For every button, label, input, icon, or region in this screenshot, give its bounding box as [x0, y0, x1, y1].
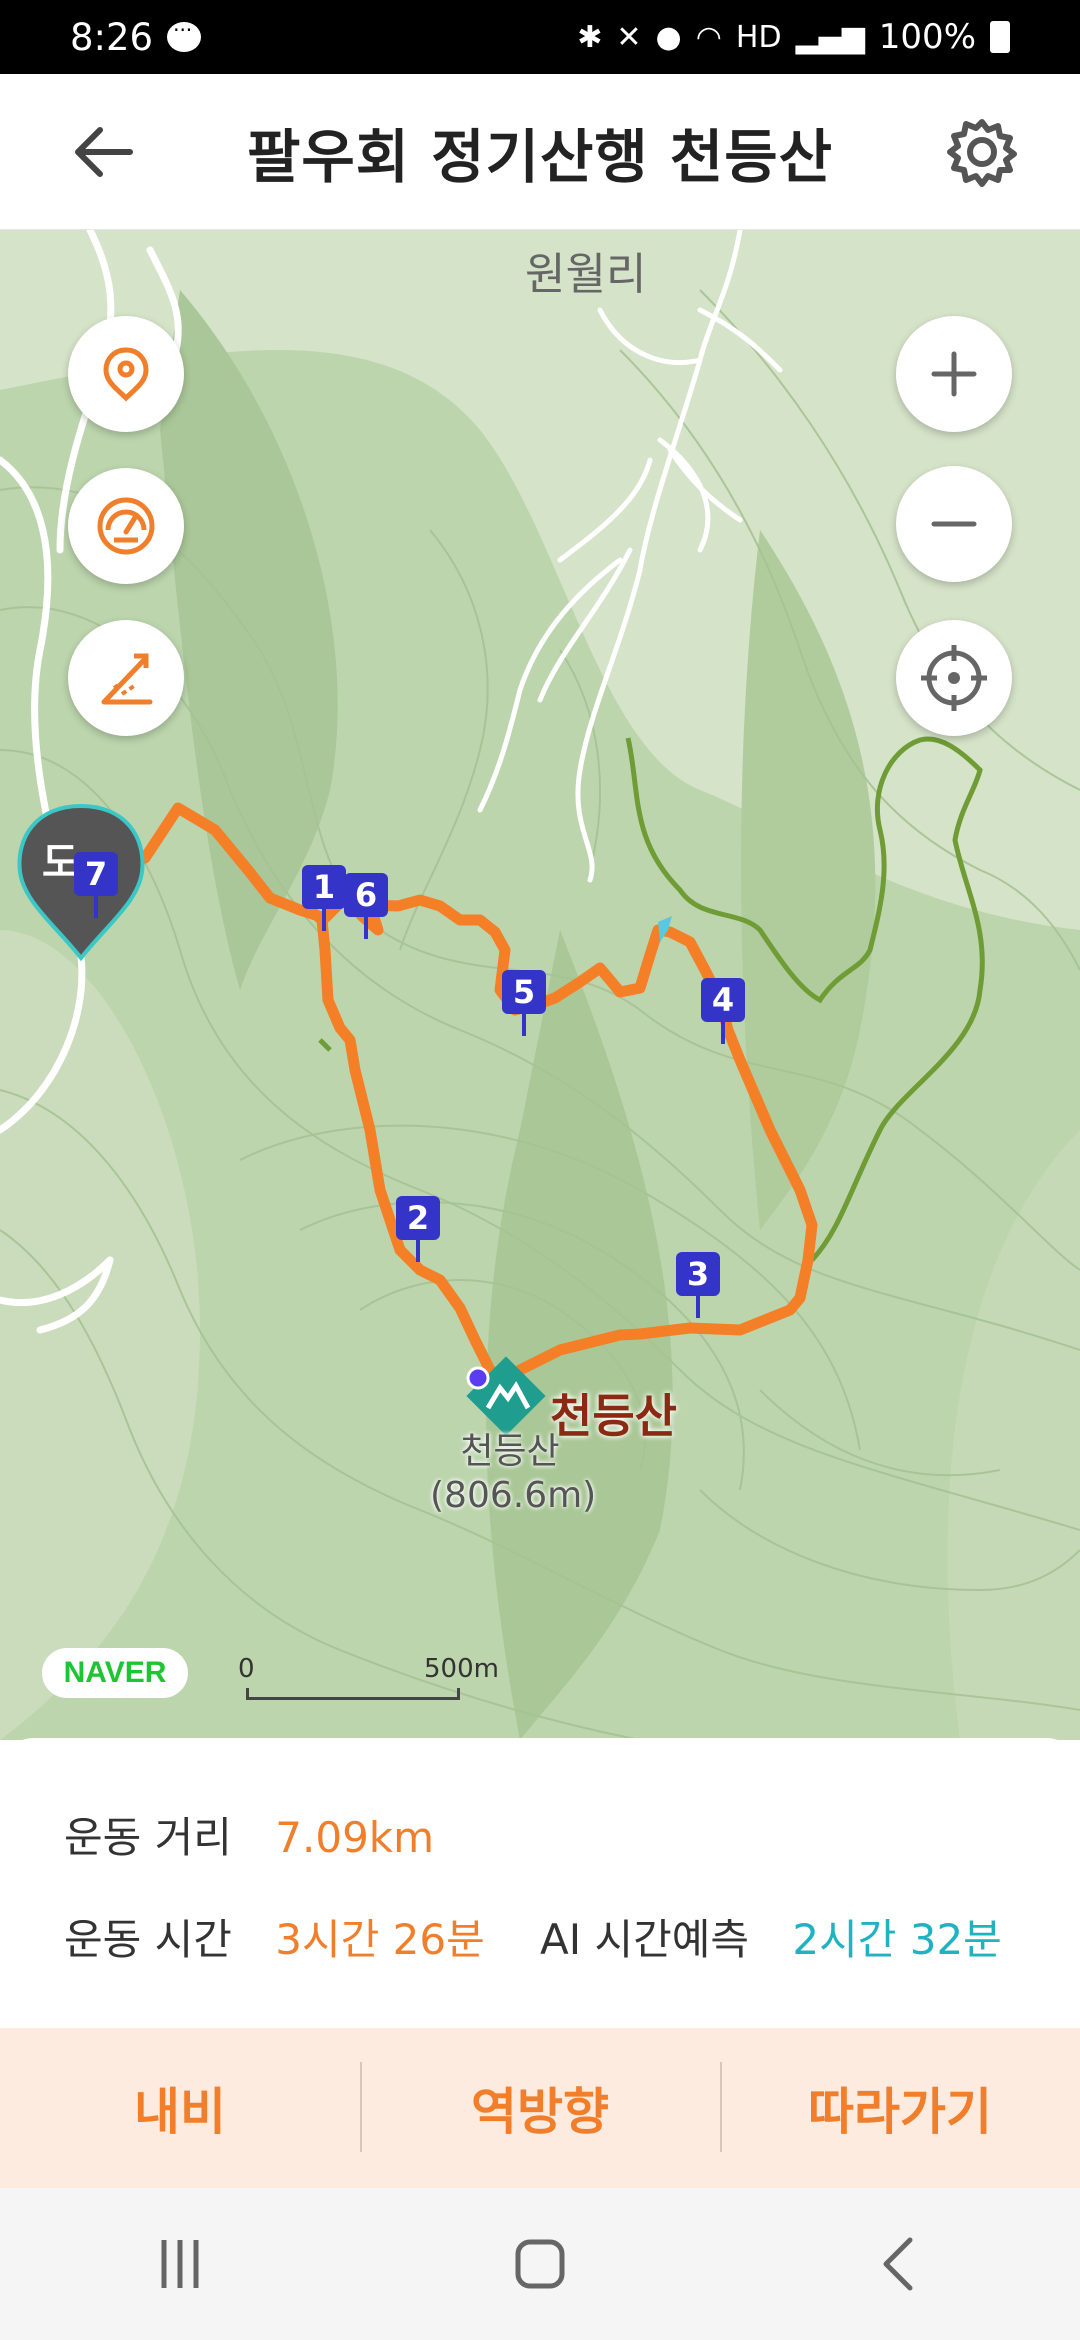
- ai-value: 2시간 32분: [792, 1915, 1002, 1964]
- marker-stem: [322, 909, 326, 931]
- settings-button[interactable]: [946, 116, 1018, 188]
- recent-apps-button[interactable]: [130, 2224, 230, 2304]
- ai-prediction-row: AI 시간예측 2시간 32분: [540, 1906, 1002, 1967]
- message-icon: [167, 18, 202, 52]
- distance-label: 운동 거리: [64, 1813, 232, 1862]
- navi-button[interactable]: 내비: [0, 2028, 360, 2188]
- marker-stem: [696, 1296, 700, 1318]
- route-marker-5-number: 5: [502, 970, 546, 1014]
- home-icon: [515, 2239, 565, 2289]
- page-title: 팔우회 정기산행 천등산: [247, 123, 833, 191]
- status-icons: ✱ ✕ ● ◠ HD ▂▄▆ 100%: [577, 17, 1010, 57]
- route-marker-2-number: 2: [396, 1196, 440, 1240]
- distance-value: 7.09km: [275, 1813, 435, 1862]
- ai-label: AI 시간예측: [540, 1915, 750, 1964]
- route-marker-1-number: 1: [302, 865, 346, 909]
- village-label: 원월리: [525, 249, 647, 300]
- plus-icon: [931, 351, 977, 397]
- route-marker-7[interactable]: 7: [74, 852, 118, 918]
- home-button[interactable]: [490, 2224, 590, 2304]
- bluetooth-icon: ✱: [577, 19, 603, 55]
- location-icon: ●: [655, 19, 682, 55]
- crosshair-icon: [921, 645, 987, 711]
- chevron-left-icon: [883, 2237, 913, 2291]
- marker-stem: [364, 917, 368, 939]
- zoom-in-button[interactable]: [896, 316, 1012, 432]
- mute-icon: ✕: [616, 19, 642, 55]
- peak-sublabel: 천등산 (806.6m): [430, 1430, 597, 1518]
- status-bar: 8:26 ✱ ✕ ● ◠ HD ▂▄▆ 100%: [0, 0, 1080, 74]
- action-bar: 내비 역방향 따라가기: [0, 2028, 1080, 2188]
- signal-icon: ▂▄▆: [795, 19, 865, 55]
- gear-icon: [947, 119, 1017, 187]
- route-marker-6[interactable]: 6: [344, 873, 388, 939]
- scale-zero: 0: [238, 1654, 255, 1684]
- speedometer-icon: [97, 497, 155, 555]
- system-nav-bar: [0, 2188, 1080, 2340]
- slope-angle-icon: [101, 653, 153, 705]
- reverse-button[interactable]: 역방향: [360, 2028, 720, 2188]
- battery-icon: [990, 21, 1010, 53]
- peak-sub-name: 천등산: [460, 1431, 560, 1472]
- recent-apps-icon: [161, 2240, 199, 2288]
- slope-button[interactable]: [68, 620, 184, 736]
- wifi-icon: ◠: [695, 19, 722, 55]
- marker-stem: [721, 1022, 725, 1044]
- status-time: 8:26: [70, 15, 154, 59]
- route-marker-5[interactable]: 5: [502, 970, 546, 1036]
- time-row: 운동 시간 3시간 26분: [64, 1906, 485, 1967]
- map-view[interactable]: 원월리 도 7 1 6 5 4 2 3 천등산 천등산 (806.6m) NAV…: [0, 230, 1080, 1740]
- my-location-button[interactable]: [68, 316, 184, 432]
- location-pin-icon: [103, 347, 149, 402]
- zoom-out-button[interactable]: [896, 466, 1012, 582]
- route-marker-3[interactable]: 3: [676, 1252, 720, 1318]
- route-marker-3-number: 3: [676, 1252, 720, 1296]
- route-marker-2[interactable]: 2: [396, 1196, 440, 1262]
- route-marker-4-number: 4: [701, 978, 745, 1022]
- distance-row: 운동 거리 7.09km: [64, 1804, 434, 1865]
- locate-button[interactable]: [896, 620, 1012, 736]
- scale-bar: [246, 1688, 460, 1700]
- info-panel: 운동 거리 7.09km 운동 시간 3시간 26분 AI 시간예측 2시간 3…: [0, 1738, 1080, 2028]
- hd-voice-icon: HD: [735, 19, 782, 55]
- route-marker-4[interactable]: 4: [701, 978, 745, 1044]
- header: 팔우회 정기산행 천등산: [0, 74, 1080, 230]
- minus-icon: [931, 521, 977, 527]
- route-marker-7-number: 7: [74, 852, 118, 896]
- scale-label: 500m: [424, 1654, 499, 1684]
- speed-button[interactable]: [68, 468, 184, 584]
- peak-elevation: (806.6m): [430, 1475, 597, 1516]
- route-marker-6-number: 6: [344, 873, 388, 917]
- route-marker-1[interactable]: 1: [302, 865, 346, 931]
- follow-button[interactable]: 따라가기: [720, 2028, 1080, 2188]
- marker-stem: [416, 1240, 420, 1262]
- time-value: 3시간 26분: [275, 1915, 485, 1964]
- system-back-button[interactable]: [850, 2224, 950, 2304]
- battery-percent: 100%: [878, 17, 976, 57]
- marker-stem: [94, 896, 98, 918]
- marker-stem: [522, 1014, 526, 1036]
- naver-logo: NAVER: [42, 1648, 188, 1698]
- time-label: 운동 시간: [64, 1915, 232, 1964]
